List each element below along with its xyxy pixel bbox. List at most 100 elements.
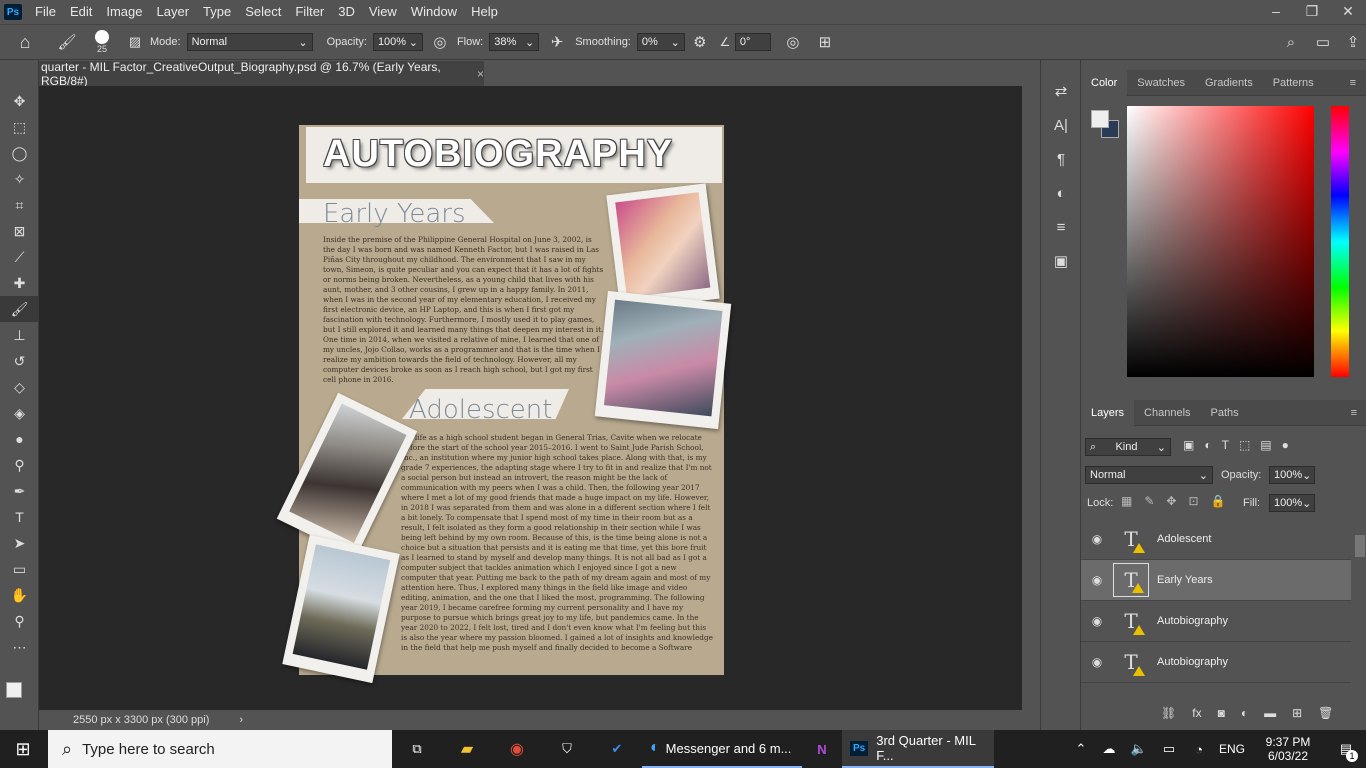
color-fg-swatch[interactable] [1091, 110, 1109, 128]
menu-3d[interactable]: 3D [331, 0, 362, 24]
kind-filter-select[interactable]: ⌕ Kind ⌄ [1085, 438, 1171, 456]
libraries-panel-icon[interactable]: ▣ [1041, 244, 1081, 278]
menu-help[interactable]: Help [464, 0, 505, 24]
lock-artboard-icon[interactable]: ⊡ [1188, 494, 1198, 508]
onedrive-icon[interactable]: ☁ [1094, 730, 1124, 768]
clone-stamp-tool-icon[interactable]: ⊥ [0, 322, 39, 348]
close-button[interactable]: ✕ [1330, 0, 1366, 24]
security-icon[interactable]: ⛉ [542, 730, 592, 768]
adjustment-layer-icon[interactable]: ◐ [1241, 706, 1248, 720]
paint-bucket-tool-icon[interactable]: ◈ [0, 400, 39, 426]
menu-select[interactable]: Select [238, 0, 288, 24]
lock-all-icon[interactable]: 🔒 [1211, 494, 1226, 508]
language-indicator[interactable]: ENG [1214, 730, 1250, 768]
eyedropper-tool-icon[interactable]: ⟋ [0, 244, 39, 270]
symmetry-icon[interactable]: ⊞ [815, 33, 835, 51]
marquee-tool-icon[interactable]: ⬚ [0, 114, 39, 140]
dodge-tool-icon[interactable]: ⚲ [0, 452, 39, 478]
share-icon[interactable]: ⇪ [1340, 33, 1366, 51]
lock-transparent-icon[interactable]: ▦ [1121, 494, 1132, 508]
panel-menu-icon[interactable]: ≡ [1340, 70, 1366, 96]
close-tab-icon[interactable]: × [477, 67, 484, 81]
document-tab[interactable]: quarter - MIL Factor_CreativeOutput_Biog… [39, 60, 484, 88]
eye-icon[interactable]: ◉ [1081, 655, 1113, 669]
pen-tool-icon[interactable]: ✒ [0, 478, 39, 504]
fx-icon[interactable]: fx [1192, 706, 1201, 720]
flow-field[interactable]: 38% ⌄ [489, 33, 540, 51]
adjustments-panel-icon[interactable]: ◐ [1041, 176, 1081, 210]
taskbar-photoshop[interactable]: Ps 3rd Quarter - MIL F... [842, 730, 994, 768]
brush-tool-preset-icon[interactable]: 🖌 [50, 33, 84, 51]
menu-type[interactable]: Type [196, 0, 238, 24]
taskbar-messenger[interactable]: ◐ Messenger and 6 m... [642, 730, 802, 768]
rectangle-tool-icon[interactable]: ▭ [0, 556, 39, 582]
type-tool-icon[interactable]: T [0, 504, 39, 530]
pressure-size-icon[interactable]: ◎ [771, 33, 815, 51]
document-canvas[interactable]: AUTOBIOGRAPHY Early Years Inside the pre… [276, 125, 732, 684]
menu-window[interactable]: Window [404, 0, 464, 24]
eye-icon[interactable]: ◉ [1081, 573, 1113, 587]
blur-tool-icon[interactable]: ● [0, 426, 39, 452]
zoom-tool-icon[interactable]: ⚲ [0, 608, 39, 634]
paragraph-panel-icon[interactable]: ¶ [1041, 142, 1081, 176]
lasso-tool-icon[interactable]: ◯ [0, 140, 39, 166]
angle-field[interactable]: 0° [734, 33, 771, 51]
eraser-tool-icon[interactable]: ◇ [0, 374, 39, 400]
task-view-icon[interactable]: ⧉ [392, 730, 442, 768]
color-field[interactable] [1127, 106, 1314, 377]
shape-filter-icon[interactable]: ⬚ [1239, 438, 1250, 452]
link-layers-icon[interactable]: ⛓ [1161, 706, 1176, 720]
pixel-filter-icon[interactable]: ▣ [1183, 438, 1194, 452]
menu-filter[interactable]: Filter [288, 0, 331, 24]
layer-row[interactable]: ◉ T Autobiography [1081, 601, 1351, 642]
history-panel-icon[interactable]: ⇄ [1041, 74, 1081, 108]
smoothing-field[interactable]: 0% ⌄ [636, 33, 685, 51]
chevron-right-icon[interactable]: › [239, 714, 243, 726]
file-explorer-icon[interactable]: ▰ [442, 730, 492, 768]
brush-size-picker[interactable]: 25 [84, 30, 120, 54]
healing-brush-tool-icon[interactable]: ✚ [0, 270, 39, 296]
tab-gradients[interactable]: Gradients [1195, 70, 1263, 96]
fill-field[interactable]: 100% ⌄ [1269, 494, 1315, 512]
chevron-down-icon[interactable]: ⌄ [409, 36, 418, 49]
lock-pixels-icon[interactable]: ✎ [1144, 494, 1154, 508]
layers-scrollbar[interactable] [1355, 535, 1365, 557]
crop-tool-icon[interactable]: ⌗ [0, 192, 39, 218]
frame-tool-icon[interactable]: ⊠ [0, 218, 39, 244]
brush-settings-icon[interactable]: ▨ [120, 34, 150, 50]
blend-mode-select[interactable]: Normal ⌄ [1085, 466, 1213, 484]
minimize-button[interactable]: – [1258, 0, 1294, 24]
tab-channels[interactable]: Channels [1134, 400, 1200, 426]
taskbar-search-box[interactable]: ⌕ Type here to search [48, 730, 392, 768]
battery-icon[interactable]: ▭ [1154, 730, 1184, 768]
gear-icon[interactable]: ⚙ [685, 33, 715, 51]
add-mask-icon[interactable]: ◙ [1218, 706, 1225, 720]
type-filter-icon[interactable]: T [1222, 438, 1229, 452]
menu-edit[interactable]: Edit [63, 0, 99, 24]
tab-swatches[interactable]: Swatches [1127, 70, 1195, 96]
eye-icon[interactable]: ◉ [1081, 532, 1113, 546]
restore-button[interactable]: ❐ [1294, 0, 1330, 24]
layer-row[interactable]: ◉ T Autobiography [1081, 642, 1351, 683]
chevron-up-icon[interactable]: ⌃ [1068, 730, 1094, 768]
browser-icon[interactable]: ◉ [492, 730, 542, 768]
pressure-opacity-icon[interactable]: ◎ [423, 33, 457, 51]
menu-file[interactable]: File [28, 0, 63, 24]
menu-view[interactable]: View [362, 0, 404, 24]
menu-image[interactable]: Image [99, 0, 149, 24]
character-panel-icon[interactable]: A| [1041, 108, 1081, 142]
tab-color[interactable]: Color [1081, 69, 1128, 96]
delete-layer-icon[interactable]: 🗑 [1318, 706, 1333, 720]
brush-tool-icon[interactable]: 🖌 [0, 296, 39, 322]
menu-layer[interactable]: Layer [150, 0, 197, 24]
panel-menu-icon[interactable]: ≡ [1341, 400, 1366, 426]
filter-toggle-icon[interactable]: ● [1282, 438, 1289, 452]
new-group-icon[interactable]: ▬ [1264, 706, 1276, 720]
layer-opacity-field[interactable]: 100% ⌄ [1269, 466, 1315, 484]
tab-patterns[interactable]: Patterns [1263, 70, 1324, 96]
onenote-icon[interactable]: N [802, 730, 842, 768]
tab-paths[interactable]: Paths [1201, 400, 1249, 426]
chevron-down-icon[interactable]: ⌄ [525, 36, 534, 49]
smart-object-filter-icon[interactable]: ▤ [1260, 438, 1271, 452]
volume-icon[interactable]: 🔈 [1124, 730, 1154, 768]
